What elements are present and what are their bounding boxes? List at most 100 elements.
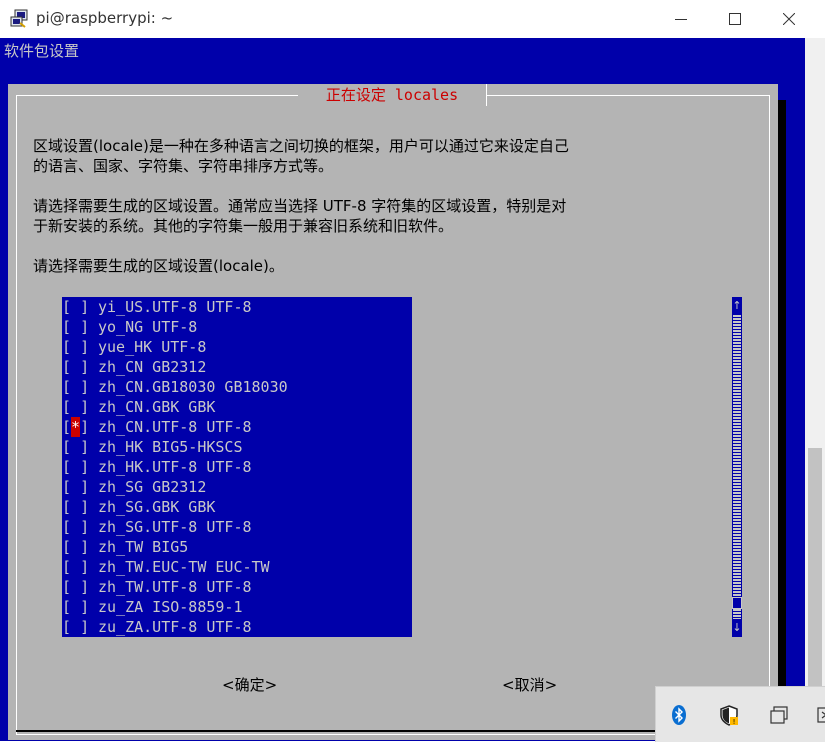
locale-checkbox[interactable]: [ ] (62, 617, 98, 637)
title-bar[interactable]: pi@raspberrypi: ~ (0, 0, 825, 38)
checkbox-mark (71, 538, 80, 556)
locale-checkbox[interactable]: [ ] (62, 517, 98, 537)
checkbox-mark (71, 518, 80, 536)
locale-row[interactable]: [ ] zu_ZA ISO-8859-1 (62, 597, 412, 617)
locale-row[interactable]: [ ] zu_ZA.UTF-8 UTF-8 (62, 617, 412, 637)
locale-label: yue_HK UTF-8 (98, 338, 207, 356)
locale-row[interactable]: [ ] zh_HK BIG5-HKSCS (62, 437, 412, 457)
locale-checklist[interactable]: [ ] yi_US.UTF-8 UTF-8[ ] yo_NG UTF-8[ ] yue… (62, 297, 412, 637)
locale-checkbox[interactable]: [ ] (62, 477, 98, 497)
locale-label: yo_NG UTF-8 (98, 318, 198, 336)
window-scroll-thumb[interactable] (808, 448, 822, 692)
security-shield-icon[interactable]: ! (718, 704, 740, 726)
locale-checkbox[interactable]: [ ] (62, 557, 98, 577)
locale-label: zh_TW BIG5 (98, 538, 189, 556)
dialog-title: 正在设定 locales (298, 84, 486, 106)
checkbox-mark (71, 338, 80, 356)
locale-label: zh_HK BIG5-HKSCS (98, 438, 243, 456)
locale-label: zh_SG GB2312 (98, 478, 207, 496)
description-line-4: 于新安装的系统。其他的字符集一般用于兼容旧系统和旧软件。 (33, 217, 454, 235)
locale-row[interactable]: [ ] zh_TW.UTF-8 UTF-8 (62, 577, 412, 597)
dialog-border-top-left (16, 95, 298, 96)
checkbox-mark (71, 298, 80, 316)
locale-checkbox[interactable]: [ ] (62, 317, 98, 337)
locale-label: yi_US.UTF-8 UTF-8 (98, 298, 252, 316)
checkbox-mark: * (71, 417, 81, 437)
terminal-area[interactable]: 软件包设置 正在设定 locales 区域设置(locale)是一种在多种语言之… (0, 38, 805, 741)
checkbox-mark (71, 618, 80, 636)
locale-row[interactable]: [ ] yo_NG UTF-8 (62, 317, 412, 337)
locale-label: zh_SG.UTF-8 UTF-8 (98, 518, 252, 536)
checkbox-mark (71, 458, 80, 476)
locale-label: zu_ZA ISO-8859-1 (98, 598, 243, 616)
locale-checkbox[interactable]: [ ] (62, 597, 98, 617)
checkbox-mark (71, 318, 80, 336)
locale-checkbox[interactable]: [ ] (62, 397, 98, 417)
scroll-thumb[interactable] (732, 597, 742, 609)
description-line-5: 请选择需要生成的区域设置(locale)。 (33, 257, 284, 275)
locale-row[interactable]: [*] zh_CN.UTF-8 UTF-8 (62, 417, 412, 437)
locale-checkbox[interactable]: [ ] (62, 577, 98, 597)
checkbox-mark (71, 438, 80, 456)
locale-row[interactable]: [ ] yue_HK UTF-8 (62, 337, 412, 357)
locales-dialog: 正在设定 locales 区域设置(locale)是一种在多种语言之间切换的框架… (8, 84, 778, 740)
locale-row[interactable]: [ ] zh_SG.UTF-8 UTF-8 (62, 517, 412, 537)
tray-overflow-icon[interactable] (816, 704, 825, 726)
locale-row[interactable]: [ ] zh_TW BIG5 (62, 537, 412, 557)
window-scrollbar[interactable] (805, 38, 825, 741)
restore-windows-icon[interactable] (768, 704, 790, 726)
minimize-button[interactable] (658, 0, 704, 38)
locale-row[interactable]: [ ] zh_SG.GBK GBK (62, 497, 412, 517)
locale-checkbox[interactable]: [ ] (62, 377, 98, 397)
checkbox-mark (71, 598, 80, 616)
locale-row[interactable]: [ ] zh_TW.EUC-TW EUC-TW (62, 557, 412, 577)
locale-label: zu_ZA.UTF-8 UTF-8 (98, 618, 252, 636)
putty-icon (9, 9, 29, 29)
checkbox-mark (71, 378, 80, 396)
locale-row[interactable]: [ ] zh_CN.GB18030 GB18030 (62, 377, 412, 397)
locale-checkbox[interactable]: [ ] (62, 457, 98, 477)
maximize-button[interactable] (712, 0, 758, 38)
locale-checkbox[interactable]: [ ] (62, 297, 98, 317)
description-line-1: 区域设置(locale)是一种在多种语言之间切换的框架，用户可以通过它来设定自己 (33, 137, 569, 155)
locale-row[interactable]: [ ] zh_HK.UTF-8 UTF-8 (62, 457, 412, 477)
locale-label: zh_CN GB2312 (98, 358, 207, 376)
checkbox-mark (71, 478, 80, 496)
locale-checkbox[interactable]: [ ] (62, 437, 98, 457)
locale-label: zh_CN.GBK GBK (98, 398, 216, 416)
checkbox-mark (71, 498, 80, 516)
locale-row[interactable]: [ ] zh_SG GB2312 (62, 477, 412, 497)
locale-label: zh_HK.UTF-8 UTF-8 (98, 458, 252, 476)
locale-label: zh_CN.GB18030 GB18030 (98, 378, 288, 396)
close-button[interactable] (766, 0, 812, 38)
bluetooth-icon[interactable] (668, 704, 690, 726)
scroll-track[interactable] (733, 315, 741, 619)
checkbox-mark (71, 578, 80, 596)
dialog-border-top-right (486, 95, 770, 96)
locale-checkbox[interactable]: [*] (62, 417, 98, 437)
locale-row[interactable]: [ ] zh_CN GB2312 (62, 357, 412, 377)
title-right-bar (486, 84, 487, 106)
checkbox-mark (71, 358, 80, 376)
checkbox-mark (71, 398, 80, 416)
scroll-down-arrow[interactable]: ↓ (732, 621, 742, 635)
dialog-shadow-right (778, 100, 786, 717)
list-scrollbar[interactable]: ↑ ↓ (732, 297, 742, 637)
ok-button[interactable]: <确定> (222, 674, 277, 695)
locale-row[interactable]: [ ] yi_US.UTF-8 UTF-8 (62, 297, 412, 317)
checkbox-mark (71, 558, 80, 576)
locale-label: zh_CN.UTF-8 UTF-8 (98, 418, 252, 436)
locale-checkbox[interactable]: [ ] (62, 337, 98, 357)
locale-label: zh_SG.GBK GBK (98, 498, 216, 516)
terminal-window: pi@raspberrypi: ~ 软件包设置 正在设定 locales 区域设… (0, 0, 825, 742)
cancel-button[interactable]: <取消> (502, 674, 557, 695)
system-tray-popup: ! (655, 686, 825, 742)
scroll-up-arrow[interactable]: ↑ (732, 299, 742, 313)
description-line-2: 的语言、国家、字符集、字符串排序方式等。 (33, 157, 334, 175)
description-line-3: 请选择需要生成的区域设置。通常应当选择 UTF-8 字符集的区域设置，特别是对 (33, 197, 567, 215)
locale-checkbox[interactable]: [ ] (62, 497, 98, 517)
locale-row[interactable]: [ ] zh_CN.GBK GBK (62, 397, 412, 417)
locale-checkbox[interactable]: [ ] (62, 357, 98, 377)
locale-checkbox[interactable]: [ ] (62, 537, 98, 557)
package-config-header: 软件包设置 (4, 42, 80, 60)
